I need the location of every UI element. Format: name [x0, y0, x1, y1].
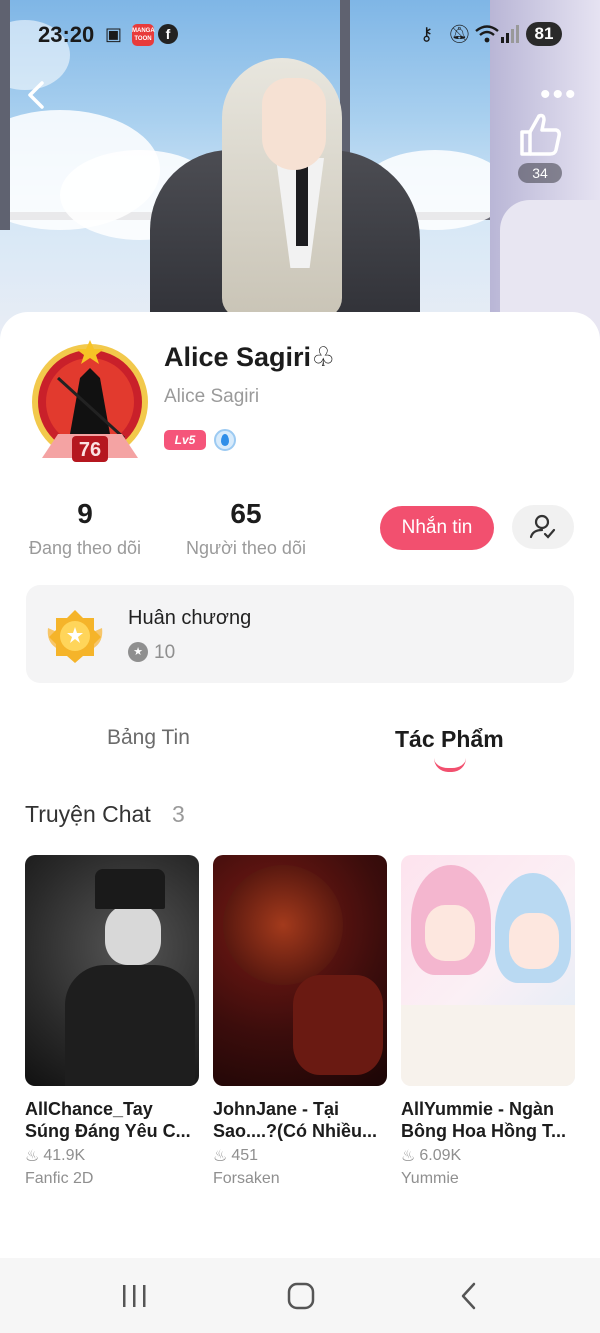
mute-icon: 🔕︎	[448, 24, 471, 44]
story-cover-art	[65, 965, 195, 1086]
signal-icon	[501, 25, 519, 43]
vpn-key-icon: ⚷	[420, 24, 434, 44]
story-view-count: 451	[231, 1147, 259, 1164]
cover-character-tie	[296, 166, 308, 246]
status-time: 23:20	[38, 22, 95, 47]
follow-button[interactable]	[512, 505, 574, 549]
home-icon[interactable]	[280, 1280, 320, 1312]
story-views: ♨︎ 6.09K	[401, 1146, 575, 1166]
tab-feed[interactable]: Bảng Tin	[107, 726, 190, 750]
story-cover-art	[105, 905, 161, 965]
story-tag: Forsaken	[213, 1170, 280, 1187]
following-label: Đang theo dõi	[28, 538, 142, 558]
avatar[interactable]: 76	[28, 338, 156, 468]
story-views: ♨︎ 41.9K	[25, 1146, 199, 1166]
story-cover-art	[401, 1005, 575, 1086]
story-view-count: 41.9K	[43, 1147, 86, 1164]
story-title: AllYummie - Ngàn Bông Hoa Hồng T...	[401, 1099, 566, 1141]
message-button[interactable]: Nhắn tin	[380, 506, 494, 550]
cover-character-face	[262, 78, 326, 170]
back-button[interactable]	[22, 78, 52, 112]
story-title: JohnJane - Tại Sao....?(Có Nhiều...	[213, 1099, 378, 1141]
story-card[interactable]: AllYummie - Ngàn Bông Hoa Hồng T... ♨︎ 6…	[401, 855, 575, 1188]
story-cover	[213, 855, 387, 1086]
display-name: Alice Sagiri♧	[164, 342, 336, 372]
story-card[interactable]: AllChance_Tay Súng Đáng Yêu C... ♨︎ 41.9…	[25, 855, 199, 1188]
nav-back-icon[interactable]	[450, 1280, 490, 1312]
medal-card[interactable]	[26, 585, 574, 683]
medal-count: 10	[154, 642, 176, 663]
followers-label: Người theo dõi	[186, 538, 306, 558]
battery-icon: 81	[526, 22, 562, 46]
followers-count: 65	[230, 498, 262, 529]
level-badge: Lv5	[164, 430, 206, 450]
flame-icon: ♨︎	[213, 1148, 228, 1165]
section-count: 3	[172, 801, 185, 827]
system-nav-bar	[0, 1258, 600, 1333]
wifi-icon	[475, 25, 499, 43]
medal-star-icon: ★	[128, 642, 148, 662]
story-tag: Fanfic 2D	[25, 1170, 94, 1187]
username: Alice Sagiri	[164, 386, 260, 407]
story-cover-art	[95, 869, 165, 909]
section-title: Truyện Chat	[25, 801, 151, 827]
story-view-count: 6.09K	[419, 1147, 462, 1164]
flame-icon: ♨︎	[25, 1148, 40, 1165]
story-cover	[25, 855, 199, 1086]
story-tag: Yummie	[401, 1170, 459, 1187]
like-count: 34	[518, 163, 562, 183]
medal-title: Huân chương	[128, 607, 252, 629]
story-cover-art	[425, 905, 475, 961]
more-dots-icon: •••	[540, 78, 578, 111]
more-options-button[interactable]: •••	[540, 80, 578, 110]
facebook-icon: f	[158, 24, 178, 44]
profile-screen: 23:20 ▣ MANGA TOON f ⚷ 🔕︎ 81 ••• 34 76 A…	[0, 0, 600, 1333]
story-card[interactable]: JohnJane - Tại Sao....?(Có Nhiều... ♨︎ 4…	[213, 855, 387, 1188]
like-button[interactable]	[514, 110, 564, 160]
user-follow-icon	[529, 514, 556, 539]
story-cover-art	[223, 865, 343, 985]
story-cover	[401, 855, 575, 1086]
avatar-frame-number: 76	[79, 439, 101, 461]
story-cover-art	[293, 975, 383, 1075]
flame-icon: ♨︎	[401, 1148, 416, 1165]
followers-stat[interactable]: 65 Người theo dõi	[182, 498, 310, 559]
mangatoon-app-icon: MANGA TOON	[132, 24, 155, 46]
thumbs-up-icon	[520, 113, 561, 156]
following-count: 9	[77, 498, 93, 529]
screenshot-icon: ▣	[105, 24, 123, 44]
status-bar: 23:20 ▣ MANGA TOON f ⚷ 🔕︎ 81	[0, 14, 600, 54]
story-cover-art	[509, 913, 559, 969]
tab-works[interactable]: Tác Phẩm	[395, 726, 504, 753]
following-stat[interactable]: 9 Đang theo dõi	[25, 498, 145, 559]
chevron-left-icon	[28, 81, 44, 109]
story-title: AllChance_Tay Súng Đáng Yêu C...	[25, 1099, 191, 1141]
verified-drop-icon	[214, 429, 236, 451]
medal-icon	[47, 610, 103, 663]
recent-apps-icon[interactable]	[114, 1280, 154, 1312]
story-views: ♨︎ 451	[213, 1146, 387, 1166]
